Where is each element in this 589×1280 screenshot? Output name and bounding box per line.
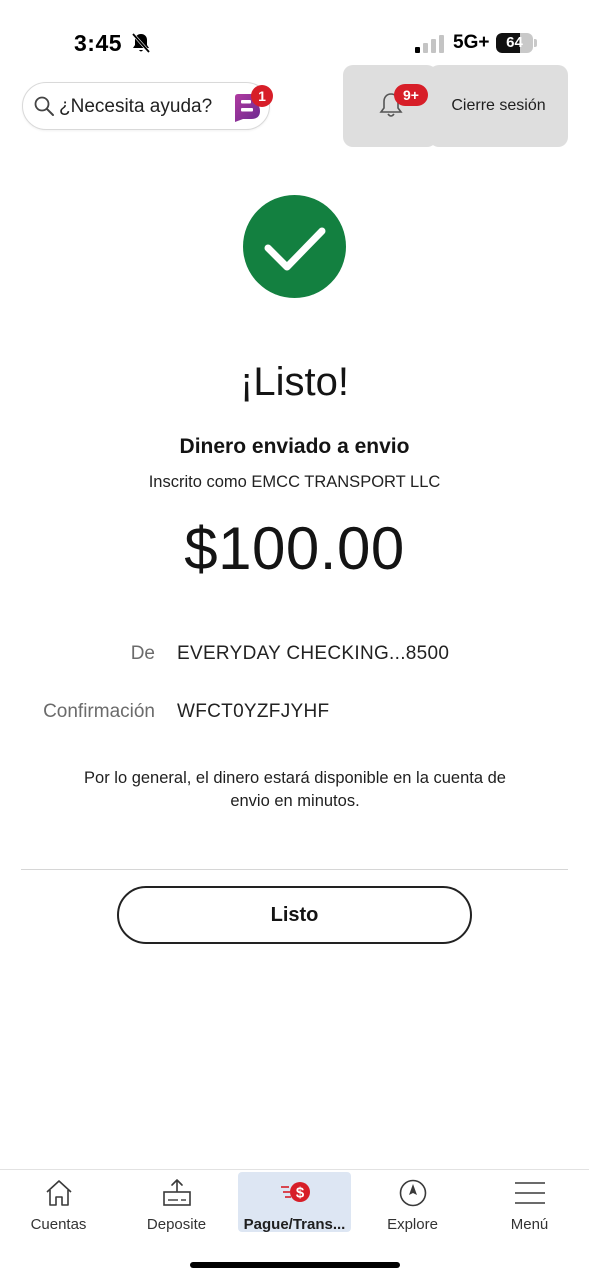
- silent-mode-icon: [131, 33, 151, 53]
- availability-note: Por lo general, el dinero estará disponi…: [84, 769, 506, 810]
- svg-text:$: $: [296, 1185, 305, 1202]
- compass-icon: [399, 1179, 427, 1207]
- done-button-label: Listo: [270, 904, 319, 926]
- nav-label-explore: Explore: [387, 1216, 438, 1233]
- nav-label-pague-trans: Pague/Trans...: [243, 1216, 346, 1233]
- nav-item-explore[interactable]: Explore: [354, 1170, 471, 1240]
- logout-button[interactable]: Cierre sesión: [429, 65, 568, 147]
- confirmation-number: WFCT0YZFJYHF: [177, 701, 330, 722]
- page-title: ¡Listo!: [240, 360, 349, 404]
- notifications-badge: 9+: [394, 84, 428, 106]
- transfer-amount: $100.00: [184, 515, 405, 582]
- cellular-signal-icon: [415, 35, 444, 53]
- status-bar: 3:45 5G+ 64: [0, 0, 589, 70]
- deposit-icon: [163, 1179, 191, 1206]
- nav-item-pague-trans[interactable]: $ Pague/Trans...: [236, 1170, 353, 1240]
- logout-label: Cierre sesión: [451, 97, 546, 114]
- nav-item-menu[interactable]: Menú: [471, 1170, 588, 1240]
- help-search-bar[interactable]: ¿Necesita ayuda? 1: [22, 82, 273, 130]
- home-indicator: [190, 1262, 400, 1268]
- home-icon: [46, 1180, 72, 1206]
- help-search-placeholder: ¿Necesita ayuda?: [59, 96, 213, 117]
- done-button[interactable]: Listo: [117, 886, 472, 944]
- pay-transfer-icon: $: [281, 1182, 310, 1202]
- confirmation-label: Confirmación: [43, 701, 155, 722]
- recipient-enrolled-as: Inscrito como EMCC TRANSPORT LLC: [148, 473, 441, 491]
- confirmation-subtitle: Dinero enviado a envio: [179, 435, 410, 458]
- battery-icon: 64: [496, 33, 538, 53]
- nav-label-cuentas: Cuentas: [30, 1216, 87, 1233]
- menu-icon: [515, 1182, 545, 1204]
- from-account: EVERYDAY CHECKING...8500: [177, 643, 450, 664]
- nav-label-menu: Menú: [510, 1216, 549, 1233]
- nav-item-deposite[interactable]: Deposite: [118, 1170, 235, 1240]
- battery-percent: 64: [506, 34, 523, 51]
- fargo-badge: 1: [251, 85, 273, 107]
- network-type: 5G+: [453, 32, 490, 53]
- notifications-button[interactable]: 9+: [343, 65, 437, 147]
- success-check-icon: [243, 195, 346, 298]
- from-label: De: [130, 643, 155, 664]
- divider: [21, 869, 568, 870]
- search-icon: [34, 96, 54, 116]
- nav-label-deposite: Deposite: [146, 1216, 207, 1233]
- nav-item-cuentas[interactable]: Cuentas: [0, 1170, 117, 1240]
- status-time: 3:45: [74, 30, 123, 56]
